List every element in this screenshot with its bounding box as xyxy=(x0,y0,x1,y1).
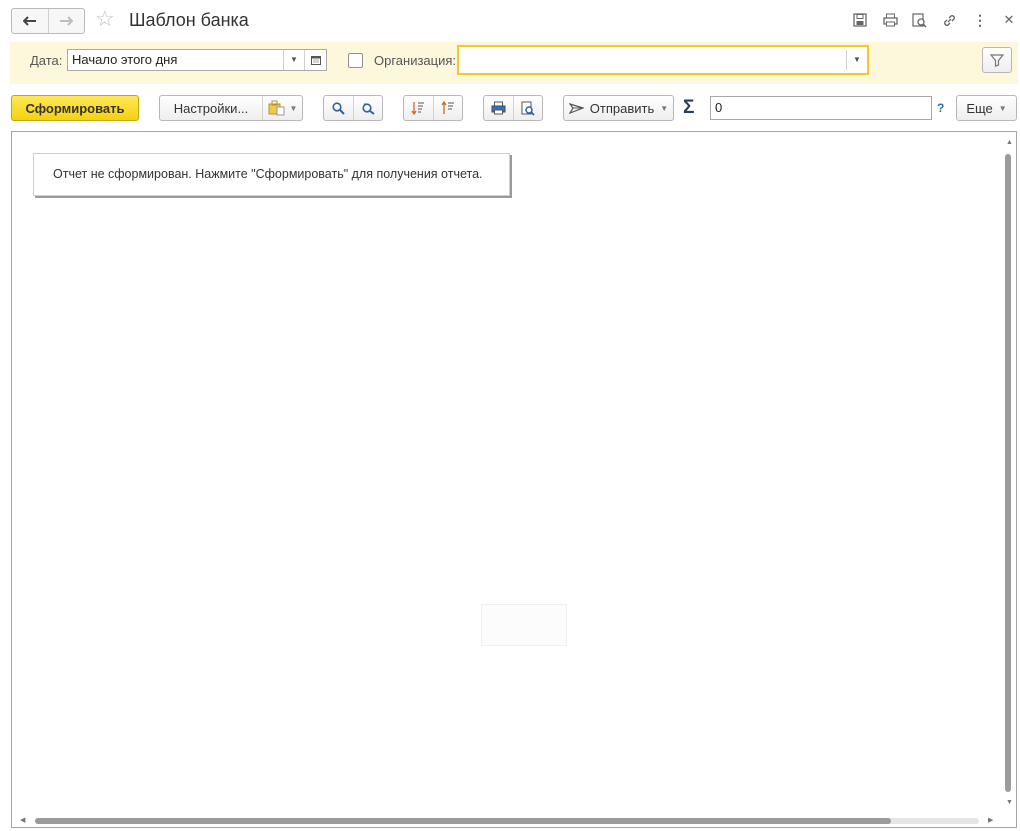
more-label: Еще xyxy=(966,100,993,116)
scroll-up-icon[interactable]: ▲ xyxy=(1006,139,1013,146)
favorite-star-icon[interactable]: ☆ xyxy=(95,7,115,31)
page-title: Шаблон банка xyxy=(129,10,249,30)
loading-placeholder xyxy=(481,604,567,646)
preview-icon xyxy=(521,101,535,116)
settings-button[interactable]: Настройки... xyxy=(160,96,262,120)
sort-descending-button[interactable] xyxy=(404,96,433,120)
forward-button[interactable] xyxy=(49,9,85,33)
search-next-icon xyxy=(362,102,375,115)
chevron-down-icon[interactable]: ▼ xyxy=(846,50,867,70)
chevron-down-icon: ▼ xyxy=(289,103,298,113)
arrow-right-icon xyxy=(60,16,74,26)
print-icon[interactable] xyxy=(881,11,899,29)
search-group xyxy=(323,95,383,121)
date-label: Дата: xyxy=(30,53,63,68)
organization-field[interactable]: ▼ xyxy=(457,45,869,75)
more-vertical-icon[interactable]: ⋮ xyxy=(971,11,989,29)
send-icon xyxy=(568,102,584,114)
arrow-left-icon xyxy=(22,16,36,26)
sort-asc-icon xyxy=(441,101,454,114)
preview-icon[interactable] xyxy=(910,11,928,29)
filter-button[interactable] xyxy=(982,47,1012,73)
link-icon[interactable] xyxy=(940,11,958,29)
sort-group xyxy=(403,95,463,121)
generate-button[interactable]: Сформировать xyxy=(11,95,139,121)
print-preview-button[interactable] xyxy=(512,96,543,120)
print-button[interactable] xyxy=(484,96,513,120)
more-button[interactable]: Еще ▼ xyxy=(956,95,1017,121)
report-message: Отчет не сформирован. Нажмите "Сформиров… xyxy=(33,153,510,196)
settings-group: Настройки... ▼ xyxy=(159,95,303,121)
send-button[interactable]: Отправить ▼ xyxy=(563,95,674,121)
vertical-scrollbar[interactable] xyxy=(1005,154,1011,792)
help-icon[interactable]: ? xyxy=(937,101,944,115)
sort-ascending-button[interactable] xyxy=(432,96,463,120)
chevron-down-icon: ▼ xyxy=(998,103,1007,113)
sigma-icon: Σ xyxy=(683,97,695,118)
date-field[interactable]: Начало этого дня ▼ xyxy=(67,49,327,71)
print-group xyxy=(483,95,543,121)
organization-label: Организация: xyxy=(374,53,457,68)
send-label: Отправить xyxy=(589,100,655,116)
scroll-down-icon[interactable]: ▼ xyxy=(1006,799,1013,806)
print-icon xyxy=(491,101,506,115)
chevron-down-icon: ▼ xyxy=(660,103,669,113)
scroll-left-icon[interactable]: ◀ xyxy=(20,816,25,824)
search-button[interactable] xyxy=(324,96,353,120)
save-icon[interactable] xyxy=(851,11,869,29)
sum-field[interactable]: 0 xyxy=(710,96,932,120)
navigation-buttons xyxy=(11,8,85,34)
variant-icon xyxy=(268,100,285,116)
scroll-right-icon[interactable]: ▶ xyxy=(988,816,993,824)
organization-checkbox[interactable] xyxy=(348,53,363,68)
organization-value xyxy=(459,47,846,73)
sort-desc-icon xyxy=(411,102,425,115)
close-icon[interactable]: ✕ xyxy=(1000,11,1018,29)
variant-button[interactable]: ▼ xyxy=(262,96,302,120)
back-button[interactable] xyxy=(12,9,49,33)
filter-icon xyxy=(990,53,1004,67)
horizontal-scrollbar[interactable] xyxy=(35,818,891,824)
search-next-button[interactable] xyxy=(352,96,383,120)
date-value: Начало этого дня xyxy=(72,52,178,67)
calendar-icon[interactable] xyxy=(304,50,326,70)
report-area[interactable]: Отчет не сформирован. Нажмите "Сформиров… xyxy=(11,131,1017,828)
chevron-down-icon[interactable]: ▼ xyxy=(283,50,304,70)
search-icon xyxy=(332,101,345,115)
